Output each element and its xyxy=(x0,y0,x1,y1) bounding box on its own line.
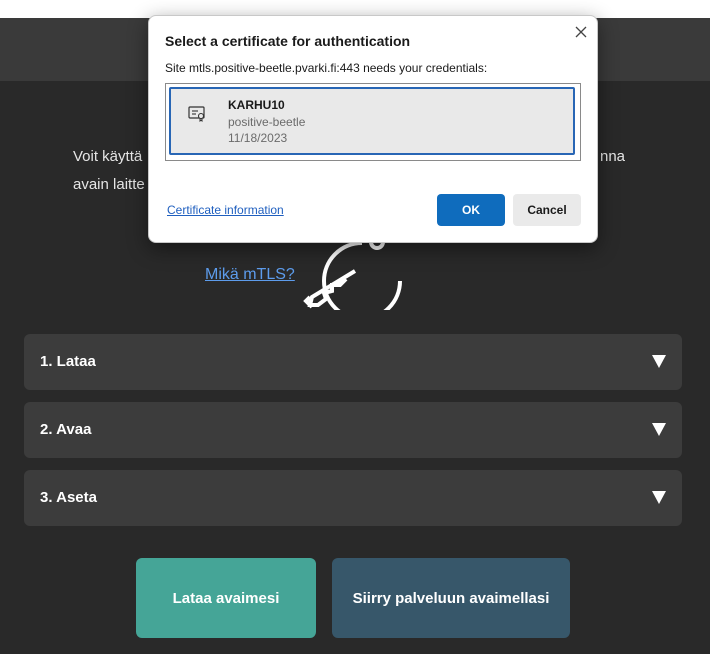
intro-text-line2: avain laitte xyxy=(73,176,145,193)
certificate-issuer: positive-beetle xyxy=(228,115,306,129)
dialog-subtitle: Site mtls.positive-beetle.pvarki.fi:443 … xyxy=(165,61,488,75)
accordion-label: 1. Lataa xyxy=(40,353,96,370)
what-is-mtls-link[interactable]: Mikä mTLS? xyxy=(205,266,295,284)
triangle-down-icon xyxy=(652,423,666,436)
certificate-list: KARHU10 positive-beetle 11/18/2023 xyxy=(165,83,581,161)
accordion-label: 3. Aseta xyxy=(40,489,97,506)
intro-text-line1-end: nna xyxy=(600,148,626,165)
accordion-download[interactable]: 1. Lataa xyxy=(24,334,682,390)
certificate-item[interactable]: KARHU10 positive-beetle 11/18/2023 xyxy=(169,87,575,155)
dialog-title: Select a certificate for authentication xyxy=(165,33,411,49)
close-icon[interactable] xyxy=(573,24,589,40)
download-key-button[interactable]: Lataa avaimesi xyxy=(136,558,316,638)
certificate-date: 11/18/2023 xyxy=(228,131,288,145)
certificate-information-link[interactable]: Certificate information xyxy=(167,203,284,217)
triangle-down-icon xyxy=(652,355,666,368)
cancel-button[interactable]: Cancel xyxy=(513,194,581,226)
accordion-install[interactable]: 3. Aseta xyxy=(24,470,682,526)
triangle-down-icon xyxy=(652,491,666,504)
certificate-icon xyxy=(188,106,205,123)
certificate-name: KARHU10 xyxy=(228,98,285,112)
accordion-open[interactable]: 2. Avaa xyxy=(24,402,682,458)
go-to-service-button[interactable]: Siirry palveluun avaimellasi xyxy=(332,558,570,638)
ok-button[interactable]: OK xyxy=(437,194,505,226)
certificate-dialog: Select a certificate for authentication … xyxy=(148,15,598,243)
accordion-label: 2. Avaa xyxy=(40,421,92,438)
intro-text-line1: Voit käyttä xyxy=(73,148,143,165)
